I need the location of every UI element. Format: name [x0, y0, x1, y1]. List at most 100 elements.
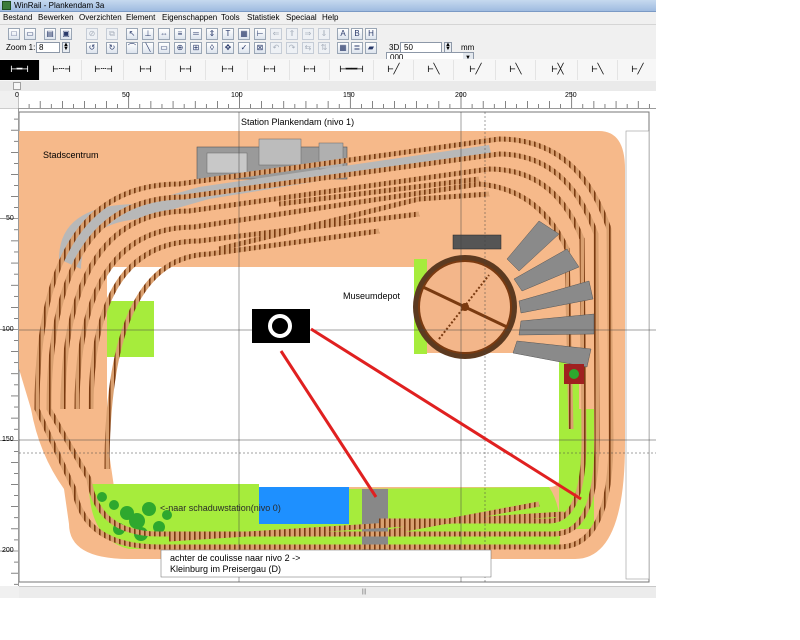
turnout-double-tool[interactable]: ⊢╳	[538, 60, 578, 80]
vruler-label-50: 50	[6, 215, 14, 222]
scrollbar-grip-icon[interactable]: |||	[349, 589, 379, 596]
menu-bestand[interactable]: Bestand	[3, 12, 32, 23]
ruler-label-100: 100	[231, 92, 243, 99]
print-button[interactable]: ▤	[44, 28, 56, 40]
toolbar: □ ▭ ▤ ▣ ⊘ ⧉ ↖ ⊥ ⇔ ≡ ═ ⇕ T ▦ ⊢ ⇐ ⇑ ⇒ ⇓ A …	[0, 24, 656, 64]
top-scroll-strip	[0, 81, 656, 91]
zoom-tool-button[interactable]: ⊕	[174, 42, 186, 54]
align-right-button[interactable]: ⇒	[302, 28, 314, 40]
line-tool-button[interactable]: ╲	[142, 42, 154, 54]
area-label-museum: Museumdepot	[343, 291, 401, 301]
3d-view-button[interactable]: ▰	[365, 42, 377, 54]
undo-button[interactable]: ↺	[86, 42, 98, 54]
turnout-tool-button[interactable]: ⇕	[206, 28, 218, 40]
coulisse-strip	[625, 130, 650, 580]
save-button[interactable]: ▣	[60, 28, 72, 40]
menu-overzichten[interactable]: Overzichten	[79, 12, 122, 23]
text-tool-button[interactable]: T	[222, 28, 234, 40]
track-dual-button[interactable]: ≡	[174, 28, 186, 40]
track-tool-8[interactable]: ⊢━━⊣	[330, 60, 374, 80]
ruler-label-0: 0	[15, 92, 19, 99]
app-icon	[2, 1, 11, 10]
menu-statistiek[interactable]: Statistiek	[247, 12, 279, 23]
horizontal-scrollbar[interactable]: |||	[19, 586, 656, 598]
track-tool-5[interactable]: ⊢⊣	[208, 60, 248, 80]
zoom-input[interactable]: 8	[36, 42, 60, 53]
3d-height-stepper[interactable]: ▲ ▼	[444, 42, 452, 53]
rotate-right-button[interactable]: ↷	[286, 42, 298, 54]
track-palette: ⊢━⊣ ⊢┄⊣ ⊢┄⊣ ⊢⊣ ⊢⊣ ⊢⊣ ⊢⊣ ⊢⊣ ⊢━━⊣ ⊢╱ ⊢╲ ⊢╱…	[0, 59, 656, 82]
copy-button[interactable]: ⧉	[106, 28, 118, 40]
menu-eigenschappen[interactable]: Eigenschappen	[162, 12, 217, 23]
track-tool-0[interactable]: ⊢━⊣	[0, 60, 40, 80]
vruler-label-150: 150	[2, 436, 14, 443]
drawing-canvas[interactable]: Station Plankendam (nivo 1) Stadscentrum…	[19, 109, 656, 586]
open-file-button[interactable]: ▭	[24, 28, 36, 40]
app-window: WinRail - Plankendam 3a Bestand Bewerken…	[0, 0, 656, 598]
arrow-tool-button[interactable]: ↖	[126, 28, 138, 40]
track-tool-6[interactable]: ⊢⊣	[250, 60, 290, 80]
color-grid-button[interactable]: ▦	[337, 42, 349, 54]
ruler-label-250: 250	[565, 92, 577, 99]
vruler-label-200: 200	[2, 547, 14, 554]
3d-height-input[interactable]: 50	[400, 42, 442, 53]
zoom-stepper[interactable]: ▲ ▼	[62, 42, 70, 53]
check-tool-button[interactable]: ✓	[238, 42, 250, 54]
unit-label: mm	[461, 43, 475, 52]
track-tool-button[interactable]: ⊥	[142, 28, 154, 40]
align-left-button[interactable]: ⇐	[270, 28, 282, 40]
turnout-cross-tool[interactable]: ⊢╲	[578, 60, 618, 80]
move-tool-button[interactable]: ✥	[222, 42, 234, 54]
grid-tool-button[interactable]: ⊞	[190, 42, 202, 54]
track-tool-1[interactable]: ⊢┄⊣	[42, 60, 82, 80]
new-file-button[interactable]: □	[8, 28, 20, 40]
flip-button[interactable]: ⇅	[318, 42, 330, 54]
text-h-button[interactable]: H	[365, 28, 377, 40]
ruler-label-150: 150	[343, 92, 355, 99]
vruler-ticks	[0, 107, 18, 585]
text-b-button[interactable]: B	[351, 28, 363, 40]
track-tool-2[interactable]: ⊢┄⊣	[84, 60, 124, 80]
dhg-tool-button[interactable]: ◊	[206, 42, 218, 54]
turnout-curved-2-tool[interactable]: ⊢╲	[496, 60, 536, 80]
scroll-button[interactable]	[13, 82, 21, 90]
measure-tool-button[interactable]: ⊢	[254, 28, 266, 40]
track-flex-button[interactable]: ═	[190, 28, 202, 40]
menu-bewerken[interactable]: Bewerken	[38, 12, 74, 23]
track-plan	[19, 111, 656, 583]
menu-help[interactable]: Help	[322, 12, 338, 23]
scale-tool-button[interactable]: ⊠	[254, 42, 266, 54]
track-tool-7[interactable]: ⊢⊣	[290, 60, 330, 80]
turnout-left-tool[interactable]: ⊢╱	[374, 60, 414, 80]
align-down-button[interactable]: ⇓	[318, 28, 330, 40]
align-up-button[interactable]: ⇑	[286, 28, 298, 40]
text-a-button[interactable]: A	[337, 28, 349, 40]
track-tool-3[interactable]: ⊢⊣	[126, 60, 166, 80]
turnout-curved-tool[interactable]: ⊢╱	[456, 60, 496, 80]
rotate-left-button[interactable]: ↶	[270, 42, 282, 54]
note-coulisse-line2: Kleinburg im Preisergau (D)	[170, 564, 282, 574]
turntable	[413, 255, 517, 359]
delete-button[interactable]: ⊘	[86, 28, 98, 40]
note-coulisse-line1: achter de coulisse naar nivo 2 ->	[170, 553, 301, 563]
vertical-ruler: 50 100 150 200	[0, 107, 19, 586]
area-label-city: Stadscentrum	[43, 150, 99, 160]
image-tool-button[interactable]: ▦	[238, 28, 250, 40]
track-tool-4[interactable]: ⊢⊣	[166, 60, 206, 80]
redo-button[interactable]: ↻	[106, 42, 118, 54]
menu-speciaal[interactable]: Speciaal	[286, 12, 317, 23]
layers-button[interactable]: ≣	[351, 42, 363, 54]
bridge-tool-button[interactable]: ⌒	[126, 42, 138, 54]
menu-element[interactable]: Element	[126, 12, 155, 23]
window-title: WinRail - Plankendam 3a	[14, 1, 105, 10]
horizontal-ruler: 0 50 100 150 200 250	[15, 91, 656, 109]
zoom-label: Zoom 1:	[6, 43, 36, 52]
track-join-button[interactable]: ⇔	[158, 28, 170, 40]
turnout-right-tool[interactable]: ⊢╲	[414, 60, 454, 80]
depot-building	[452, 234, 502, 250]
mirror-button[interactable]: ⇆	[302, 42, 314, 54]
turnout-three-tool[interactable]: ⊢╱	[618, 60, 656, 80]
ruler-label-200: 200	[455, 92, 467, 99]
rect-tool-button[interactable]: ▭	[158, 42, 170, 54]
menu-tools[interactable]: Tools	[221, 12, 240, 23]
